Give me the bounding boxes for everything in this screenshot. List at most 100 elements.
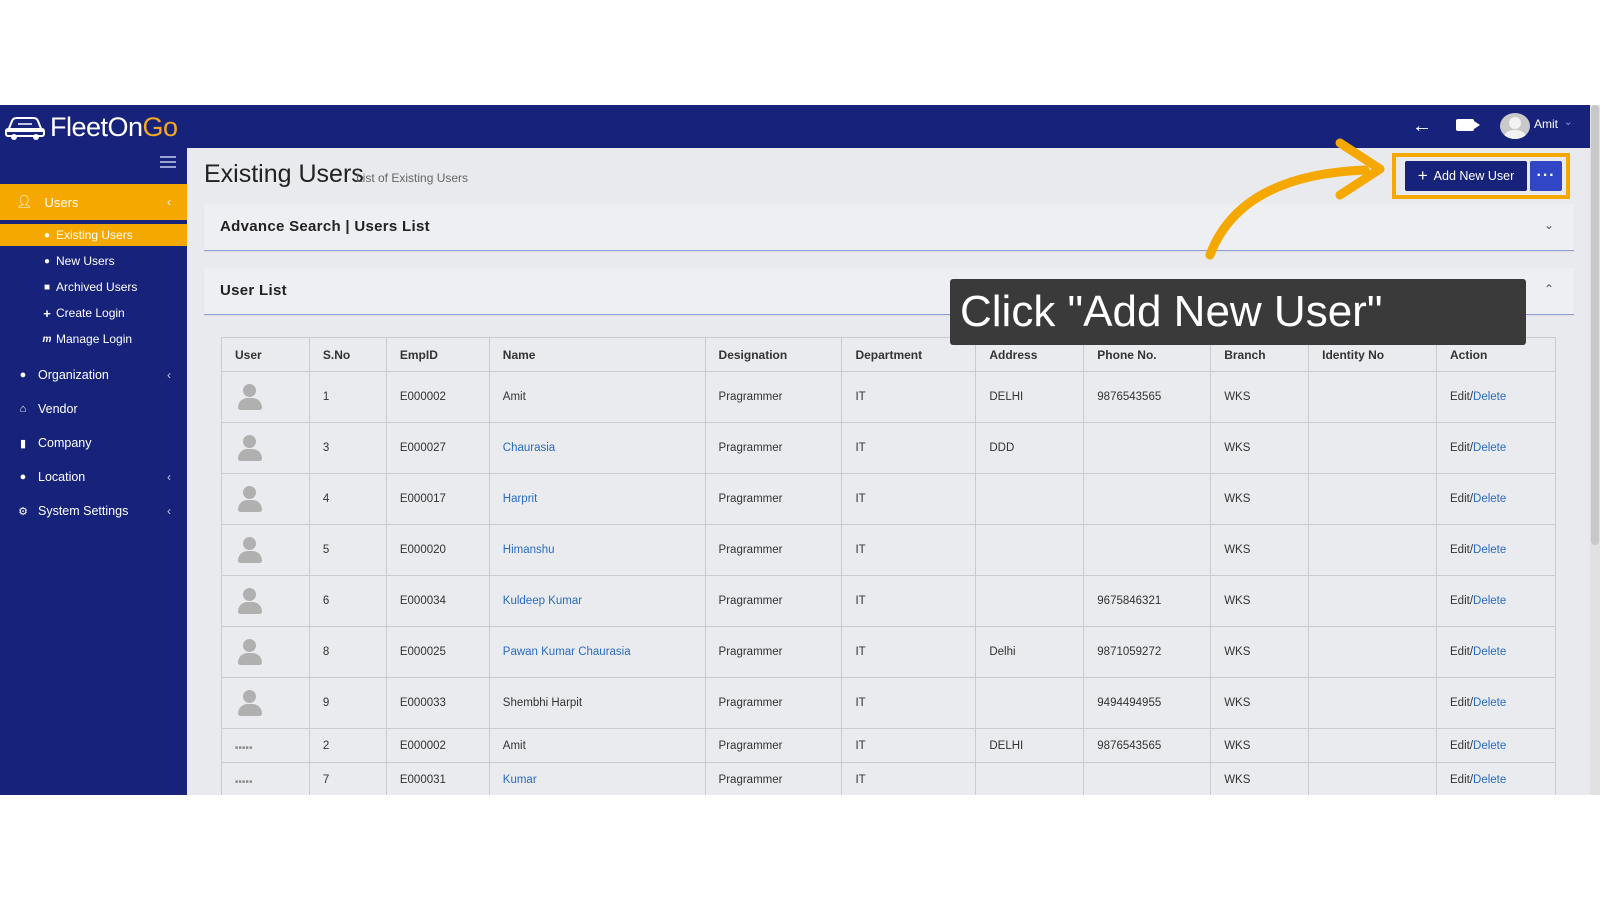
fleetongo-logo[interactable]: FleetOnGo — [4, 111, 178, 143]
fleetongo-mini-logo: ■■■■■ — [235, 778, 253, 785]
trash-icon: ■ — [43, 281, 51, 293]
cell-action: Edit/Delete — [1436, 473, 1556, 525]
edit-link[interactable]: Edit — [1450, 697, 1470, 709]
sidebar-item-organization[interactable]: ● Organization ‹ — [0, 360, 187, 390]
cell-user: ■■■■■ — [221, 762, 310, 795]
sidebar-item-location[interactable]: ● Location ‹ — [0, 462, 187, 492]
sidebar-item-system-settings[interactable]: ⚙ System Settings ‹ — [0, 496, 187, 526]
table-row: 1 E000002 Amit Pragrammer IT DELHI 9876543565 W… — [221, 371, 1556, 423]
delete-link[interactable]: Delete — [1473, 442, 1506, 454]
user-name-link[interactable]: Kumar — [503, 774, 537, 786]
chevron-down-icon[interactable]: ⌄ — [1544, 218, 1554, 232]
sidebar-subitem-create-login[interactable]: + Create Login — [0, 302, 187, 324]
cell-sno: 9 — [308, 677, 387, 729]
sidebar-subitem-existing-users[interactable]: ● Existing Users — [0, 224, 187, 246]
cell-identity — [1308, 524, 1437, 576]
user-name-link[interactable]: Chaurasia — [503, 442, 555, 454]
sidebar-item-users[interactable]: 👤︎ Users ‹ — [0, 184, 187, 220]
sidebar-subitem-manage-login[interactable]: m Manage Login — [0, 328, 187, 350]
user-icon: ● — [43, 229, 51, 241]
delete-link[interactable]: Delete — [1473, 493, 1506, 505]
cell-user — [221, 677, 310, 729]
column-header-designation[interactable]: Designation — [704, 337, 843, 372]
user-avatar-icon — [237, 484, 263, 514]
sidebar-item-label: System Settings — [38, 504, 129, 518]
page-scrollbar[interactable] — [1590, 105, 1600, 795]
scrollbar-thumb[interactable] — [1591, 105, 1599, 545]
user-name-link[interactable]: Amit — [503, 740, 526, 752]
cell-address — [975, 677, 1085, 729]
cell-designation: Pragrammer — [704, 422, 843, 474]
cell-address — [975, 762, 1085, 795]
delete-link[interactable]: Delete — [1473, 740, 1506, 752]
edit-link[interactable]: Edit — [1450, 774, 1470, 786]
plus-icon: + — [43, 305, 51, 321]
user-name-link[interactable]: Amit — [503, 391, 526, 403]
sidebar-subitem-archived-users[interactable]: ■ Archived Users — [0, 276, 187, 298]
user-name-link[interactable]: Shembhi Harpit — [503, 697, 582, 709]
column-header-name[interactable]: Name — [488, 337, 706, 372]
cell-user — [221, 626, 310, 678]
delete-link[interactable]: Delete — [1473, 595, 1506, 607]
cell-user — [221, 422, 310, 474]
user-name[interactable]: Amit — [1534, 117, 1558, 131]
delete-link[interactable]: Delete — [1473, 697, 1506, 709]
column-header-empid[interactable]: EmpID — [385, 337, 490, 372]
delete-link[interactable]: Delete — [1473, 544, 1506, 556]
cell-sno: 7 — [308, 762, 387, 795]
cell-name: Kumar — [488, 762, 706, 795]
column-header-user[interactable]: User — [221, 337, 310, 372]
cell-user — [221, 473, 310, 525]
cell-phone — [1083, 422, 1212, 474]
cell-phone — [1083, 473, 1212, 525]
user-name-link[interactable]: Himanshu — [503, 544, 555, 556]
user-name-link[interactable]: Pawan Kumar Chaurasia — [503, 646, 631, 658]
cell-sno: 3 — [308, 422, 387, 474]
edit-link[interactable]: Edit — [1450, 595, 1470, 607]
sidebar-item-vendor[interactable]: ⌂ Vendor — [0, 394, 187, 424]
chevron-left-icon: ‹ — [167, 195, 171, 209]
edit-link[interactable]: Edit — [1450, 740, 1470, 752]
user-name-link[interactable]: Harprit — [503, 493, 538, 505]
cell-user — [221, 575, 310, 627]
cell-address: DELHI — [975, 371, 1085, 423]
column-header-sno[interactable]: S.No — [308, 337, 387, 372]
cell-action: Edit/Delete — [1436, 762, 1556, 795]
user-name-link[interactable]: Kuldeep Kumar — [503, 595, 582, 607]
users-table: User S.No EmpID Name Designation Departm… — [221, 337, 1556, 795]
table-row: 5 E000020 Himanshu Pragrammer IT WKS Edit/Dele… — [221, 524, 1556, 576]
cell-department: IT — [841, 575, 977, 627]
edit-link[interactable]: Edit — [1450, 544, 1470, 556]
logo-text-fleet: FleetOn — [50, 111, 143, 142]
cell-department: IT — [841, 473, 977, 525]
edit-link[interactable]: Edit — [1450, 442, 1470, 454]
cell-branch: WKS — [1210, 473, 1310, 525]
user-icon: 👤︎ — [16, 194, 33, 209]
cell-user — [221, 524, 310, 576]
back-arrow-icon[interactable]: ← — [1412, 115, 1434, 137]
home-icon: ⌂ — [19, 403, 27, 415]
sidebar-item-label: Vendor — [38, 402, 78, 416]
sidebar-subitem-new-users[interactable]: ● New Users — [0, 250, 187, 272]
gear-icon: ⚙ — [18, 505, 28, 518]
building-icon: ▮ — [19, 437, 27, 450]
sidebar: 👤︎ Users ‹ ● Existing Users ● New Users … — [0, 148, 187, 795]
sidebar-subitem-label: Manage Login — [56, 332, 133, 346]
cell-name: Pawan Kumar Chaurasia — [488, 626, 706, 678]
user-avatar[interactable] — [1500, 113, 1530, 139]
chevron-up-icon[interactable]: ⌃ — [1544, 282, 1554, 296]
delete-link[interactable]: Delete — [1473, 774, 1506, 786]
cell-department: IT — [841, 677, 977, 729]
edit-link[interactable]: Edit — [1450, 391, 1470, 403]
cell-name: Amit — [488, 728, 706, 763]
delete-link[interactable]: Delete — [1473, 646, 1506, 658]
edit-link[interactable]: Edit — [1450, 646, 1470, 658]
edit-link[interactable]: Edit — [1450, 493, 1470, 505]
hamburger-menu-icon[interactable] — [160, 156, 176, 168]
chevron-down-icon[interactable]: ⌄ — [1564, 117, 1572, 128]
video-camera-icon[interactable] — [1456, 119, 1480, 131]
delete-link[interactable]: Delete — [1473, 391, 1506, 403]
highlight-box — [1392, 153, 1570, 199]
sidebar-item-company[interactable]: ▮ Company — [0, 428, 187, 458]
cell-branch: WKS — [1210, 575, 1310, 627]
